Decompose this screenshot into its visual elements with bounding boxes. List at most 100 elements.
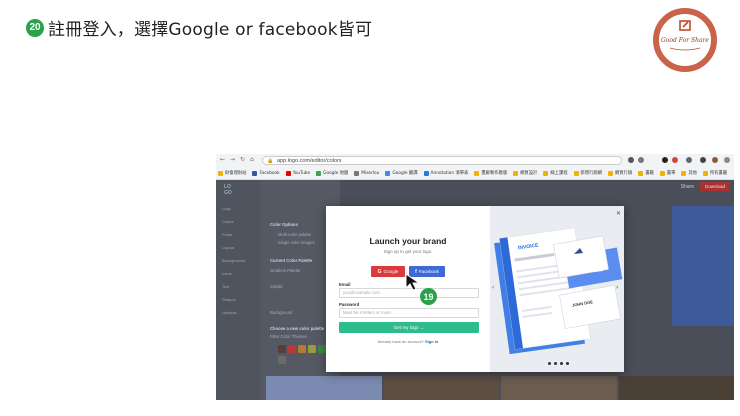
bookmark-label: 線上課程 [550, 171, 568, 176]
bookmark-label: 書單 [666, 171, 676, 176]
google-icon: G [377, 268, 382, 275]
extension-icon[interactable] [662, 157, 668, 163]
color-swatch[interactable] [318, 345, 326, 353]
bookmark-item[interactable]: 其他 [681, 170, 697, 176]
bookmark-item[interactable]: 財會理財站 [218, 170, 246, 176]
carousel-dot[interactable] [548, 362, 551, 365]
get-my-logo-label: Get my logo [393, 325, 419, 330]
panel-line-gradient[interactable]: Gradient Palette [270, 268, 300, 273]
template-thumbnail[interactable] [266, 376, 382, 400]
bookmark-item[interactable]: Annotation 清單表 [423, 170, 469, 176]
bookmark-folder-icon [354, 170, 360, 176]
bookmark-item[interactable]: Google 地圖 [316, 170, 348, 176]
panel-section-new: Choose a new color palette [270, 326, 325, 331]
bookmark-item[interactable]: 線上課程 [543, 170, 568, 176]
extension-icon[interactable] [700, 157, 706, 163]
extension-icon[interactable] [686, 157, 692, 163]
signin-link[interactable]: Sign in [425, 339, 438, 344]
invoice-preview-illustration [494, 227, 623, 355]
bookmark-label: Google 翻譯 [392, 171, 418, 176]
panel-line-simple[interactable]: Simple [270, 284, 283, 289]
bookmark-item[interactable]: Facebook [252, 170, 280, 176]
color-swatch[interactable] [298, 345, 306, 353]
sidebar-item[interactable]: Backgrounds [222, 258, 245, 263]
lock-icon: 🔒 [267, 158, 274, 164]
bookmark-folder-icon [702, 170, 708, 176]
close-icon[interactable]: ✕ [616, 210, 621, 217]
modal-title: Launch your brand [369, 236, 447, 246]
bookmark-label: 網頁設計 [520, 171, 538, 176]
extension-icon[interactable] [638, 157, 644, 163]
bookmark-item[interactable]: 新增行銷網 [573, 170, 602, 176]
address-bar[interactable]: 🔒 app.logo.com/editor/colors [262, 156, 622, 165]
bookmark-item[interactable]: 書籍 [638, 170, 654, 176]
share-button[interactable]: Share [681, 184, 694, 190]
bookmark-label: 網頁行銷 [615, 171, 633, 176]
menu-icon[interactable] [724, 157, 730, 163]
bookmark-folder-icon [218, 170, 223, 176]
profile-avatar[interactable] [712, 157, 718, 163]
bookmark-folder-icon [543, 170, 549, 176]
color-swatch[interactable] [308, 345, 316, 353]
sidebar-item[interactable]: Shapes [222, 297, 236, 302]
sidebar-item[interactable]: Fonts [222, 232, 232, 237]
bookmark-folder-icon [659, 170, 665, 176]
sidebar-item[interactable]: Icons [222, 271, 232, 276]
carousel-dot[interactable] [560, 362, 563, 365]
sidebar-item[interactable]: Colors [222, 219, 234, 224]
svg-text:Good For Share: Good For Share [661, 37, 709, 44]
google-signin-button[interactable]: G Google [371, 266, 405, 277]
chevron-right-icon[interactable]: › [616, 284, 618, 291]
sidebar-item[interactable]: Uploads [222, 310, 237, 315]
color-swatch[interactable] [278, 356, 286, 364]
bookmark-folder-icon [316, 170, 322, 176]
step-number-badge: 20 [26, 18, 44, 37]
bookmark-item[interactable]: Miserlou [354, 170, 379, 176]
panel-filter-themes[interactable]: Filter Color Themes [270, 334, 307, 339]
bookmark-item[interactable]: YouTube [285, 170, 311, 176]
extension-icon[interactable] [672, 157, 678, 163]
template-thumbnail[interactable] [501, 376, 617, 400]
bookmark-folder-icon [252, 170, 258, 176]
template-thumbnail[interactable] [618, 376, 734, 400]
panel-option-1[interactable]: Multi-color palette [278, 232, 311, 237]
bookmark-folder-icon [385, 170, 391, 176]
bookmark-item[interactable]: 所有書籤 [702, 170, 728, 176]
arrow-right-icon: → [419, 325, 425, 330]
download-button[interactable]: Download [700, 182, 730, 191]
sidebar-item[interactable]: Logo [222, 206, 231, 211]
bookmark-item[interactable]: Google 翻譯 [385, 170, 418, 176]
color-swatch[interactable] [288, 345, 296, 353]
bookmark-label: YouTube [292, 170, 311, 176]
chevron-left-icon[interactable]: ‹ [492, 284, 494, 291]
get-my-logo-button[interactable]: Get my logo → [339, 322, 479, 333]
carousel-dot[interactable] [554, 362, 557, 365]
color-swatch[interactable] [278, 345, 286, 353]
password-label: Password [339, 302, 360, 307]
slide-title-text: 註冊登入，選擇Google or facebook皆可 [48, 20, 373, 40]
reload-icon[interactable]: ↻ [240, 156, 245, 163]
slide-title: 20 註冊登入，選擇Google or facebook皆可 [26, 15, 372, 40]
bookmark-label: Annotation 清單表 [430, 171, 469, 176]
bookmark-label: 其他 [688, 171, 697, 176]
home-icon[interactable]: ⌂ [250, 156, 254, 163]
modal-subtitle: Sign up to get your logo. [383, 249, 433, 254]
password-field[interactable]: Must be 8 letters or more. [339, 308, 479, 318]
sidebar-item[interactable]: Text [222, 284, 229, 289]
bookmark-item[interactable]: 網頁設計 [513, 170, 537, 176]
bookmark-item[interactable]: 網頁行銷 [608, 170, 632, 176]
back-icon[interactable]: ← [220, 156, 225, 163]
bookmark-label: 所有書籤 [709, 171, 728, 176]
bookmark-item[interactable]: 畫廊製作模版 [474, 170, 507, 176]
extension-icon[interactable] [628, 157, 634, 163]
bookmark-folder-icon [608, 170, 613, 176]
mouse-pointer-icon [405, 273, 421, 291]
template-thumbnail[interactable] [383, 376, 499, 400]
bookmark-item[interactable]: 書單 [659, 170, 676, 176]
panel-line-background[interactable]: Background [270, 310, 292, 315]
panel-option-2[interactable]: Single color images [278, 240, 315, 245]
carousel-dot[interactable] [566, 362, 569, 365]
forward-icon[interactable]: → [230, 156, 235, 163]
bookmark-folder-icon [513, 170, 519, 176]
sidebar-item[interactable]: Layout [222, 245, 234, 250]
